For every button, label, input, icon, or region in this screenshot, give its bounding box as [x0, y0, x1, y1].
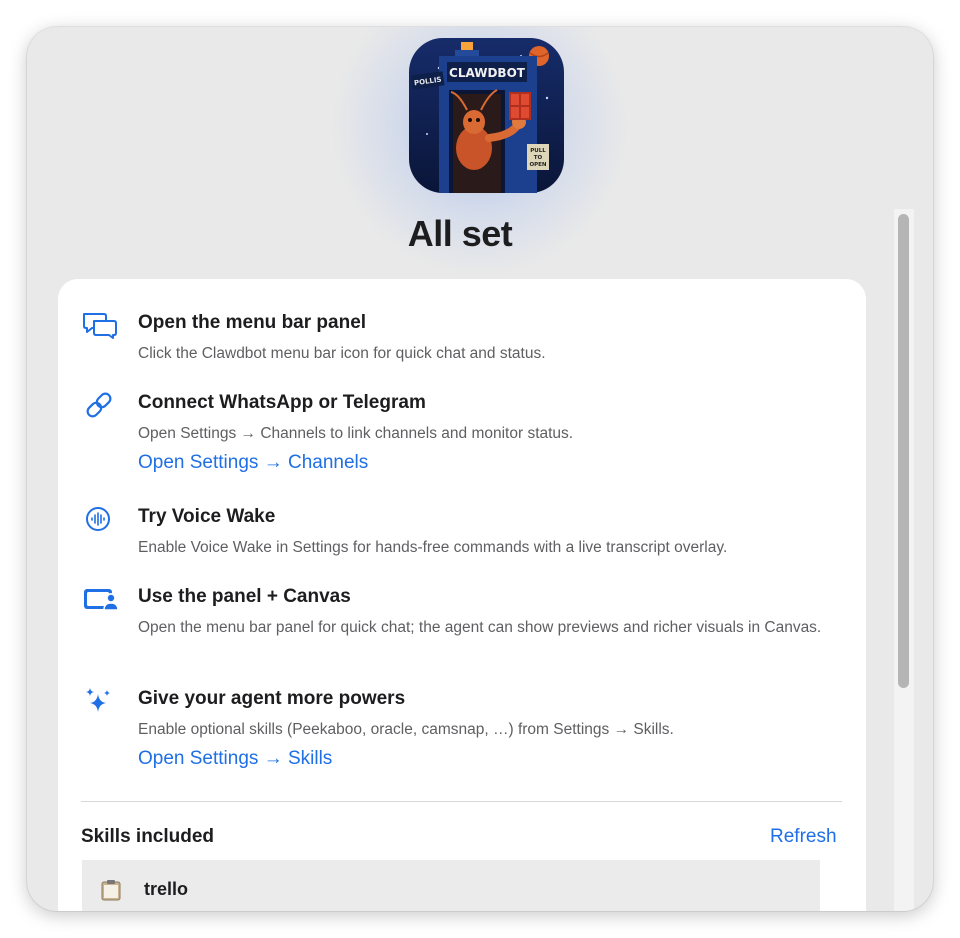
step-description: Enable optional skills (Peekaboo, oracle… [138, 721, 674, 738]
sparkles-icon [86, 688, 110, 712]
scrollbar-thumb[interactable] [898, 214, 909, 688]
onboarding-window: CLAWDBOT POLLIS PULL TO OPEN All set Ope… [27, 27, 933, 911]
section-divider [81, 801, 842, 802]
icon-to-text: TO [534, 155, 543, 161]
clawdbot-app-icon: CLAWDBOT POLLIS PULL TO OPEN [409, 38, 564, 193]
clipboard-icon [101, 880, 121, 901]
display-person-icon [84, 589, 118, 611]
step-description: Open Settings → Channels to link channel… [138, 425, 574, 442]
refresh-button[interactable]: Refresh [770, 826, 837, 848]
page-title: All set [407, 213, 513, 254]
step-description: Enable Voice Wake in Settings for hands-… [138, 539, 728, 556]
skill-name: trello [144, 879, 189, 899]
steps-card: Open the menu bar panel Click the Clawdb… [58, 279, 866, 911]
step-title: Use the panel + Canvas [138, 586, 351, 607]
icon-sign-text: CLAWDBOT [449, 66, 526, 80]
step-title: Connect WhatsApp or Telegram [138, 392, 426, 413]
step-description: Click the Clawdbot menu bar icon for qui… [138, 345, 546, 362]
chat-bubbles-icon [83, 313, 117, 339]
step-title: Try Voice Wake [138, 506, 276, 527]
skills-section-title: Skills included [81, 826, 215, 847]
open-settings-skills-link[interactable]: Open Settings → Skills [138, 748, 332, 770]
step-title: Give your agent more powers [138, 688, 406, 709]
skill-row-trello[interactable]: trello [82, 860, 820, 911]
icon-pull-text: PULL [530, 148, 546, 154]
step-title: Open the menu bar panel [138, 312, 367, 333]
step-description: Open the menu bar panel for quick chat; … [138, 619, 822, 636]
waveform-circle-icon [86, 507, 110, 531]
icon-open-text: OPEN [529, 162, 546, 168]
link-icon [86, 392, 112, 418]
open-settings-channels-link[interactable]: Open Settings → Channels [138, 452, 368, 474]
